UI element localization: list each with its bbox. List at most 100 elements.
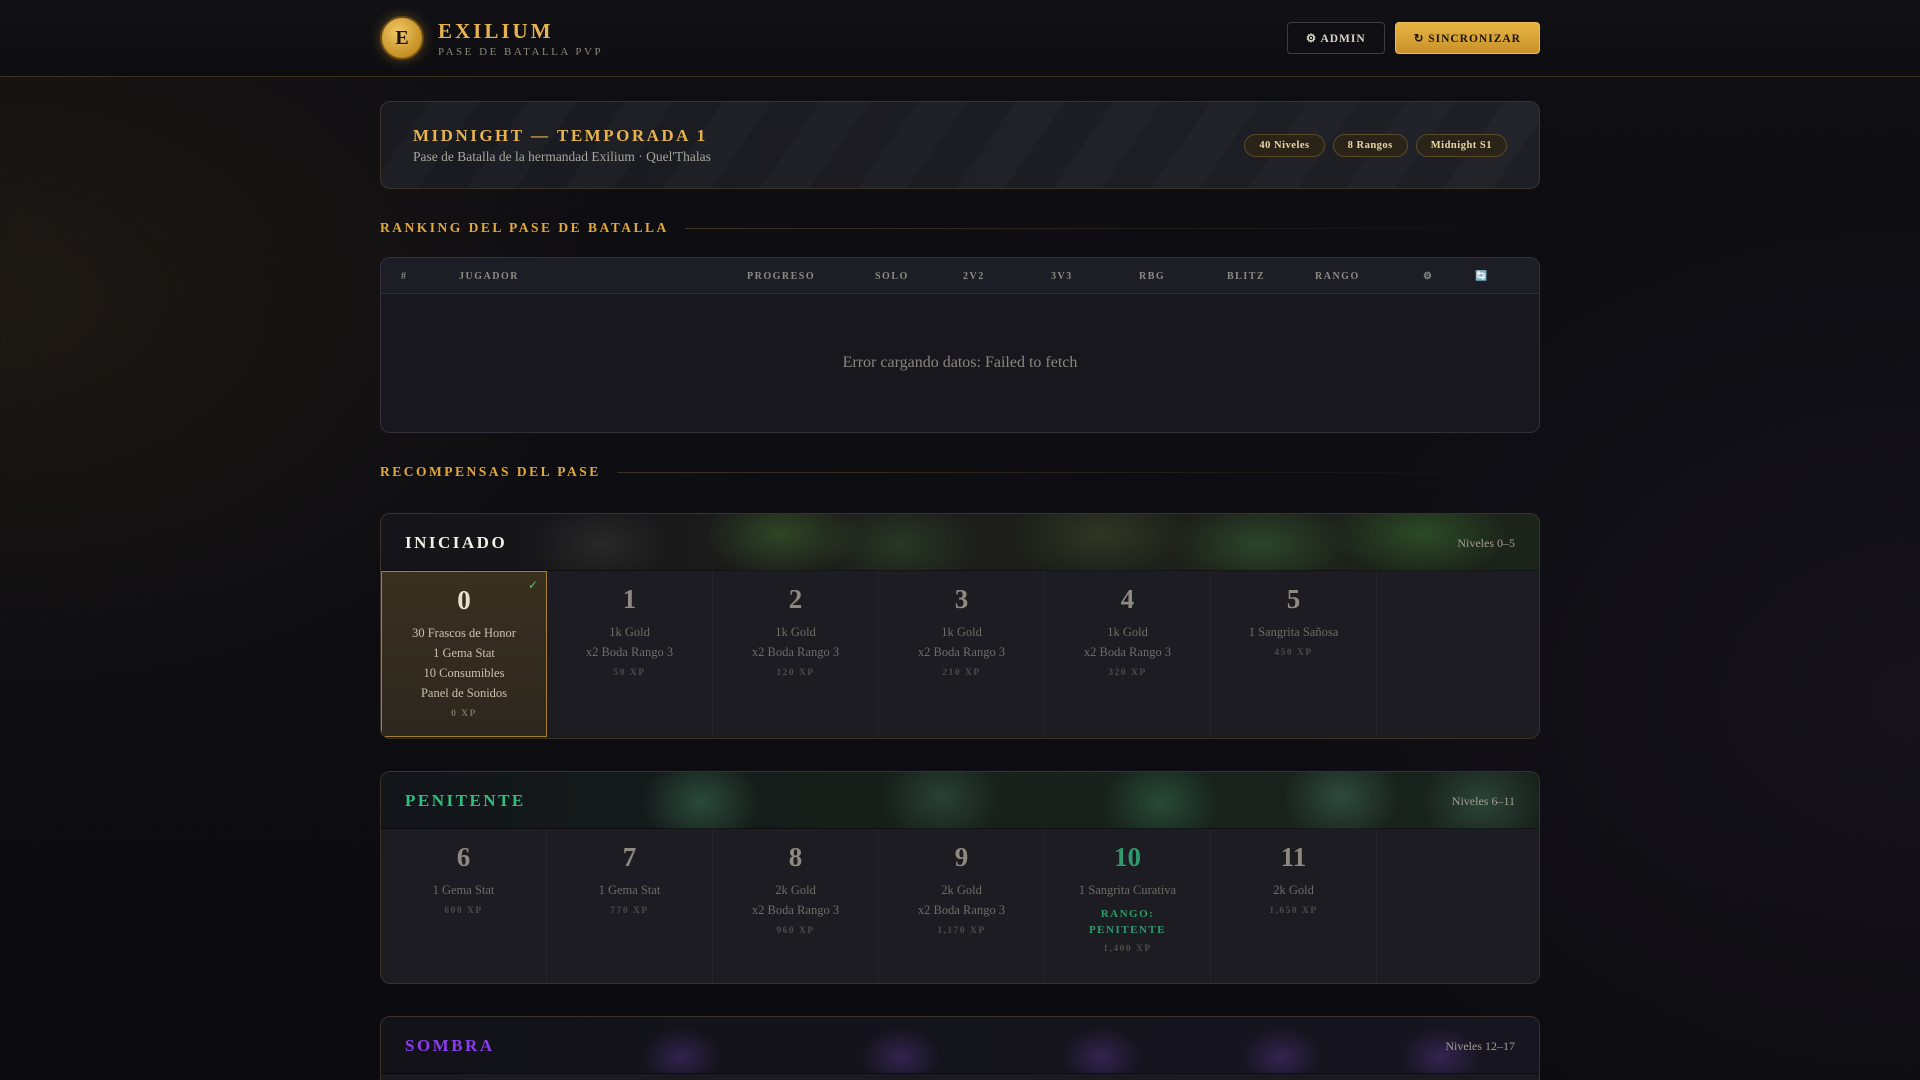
reward-item: x2 Boda Rango 3 xyxy=(751,645,840,659)
level-rewards: 1k Gold x2 Boda Rango 3 xyxy=(547,622,712,662)
tier-header: INICIADO Niveles 0–5 xyxy=(381,514,1539,571)
level-number: 1 xyxy=(622,584,637,614)
season-subtitle: Pase de Batalla de la hermandad Exilium … xyxy=(413,149,711,164)
ranking-error-message: Error cargando datos: Failed to fetch xyxy=(842,354,1078,371)
level-rewards: 2k Gold x2 Boda Rango 3 xyxy=(879,880,1044,920)
reward-item: x2 Boda Rango 3 xyxy=(1083,645,1172,659)
level-card-8[interactable]: 8 2k Gold x2 Boda Rango 3 960 XP xyxy=(713,829,879,983)
tier-range: Niveles 12–17 xyxy=(1445,1039,1515,1053)
logo-icon: E xyxy=(380,16,424,60)
level-card-11[interactable]: 11 2k Gold 1,650 XP xyxy=(1211,829,1377,983)
level-number: 9 xyxy=(954,842,969,872)
level-xp: 120 XP xyxy=(776,668,815,678)
ranking-heading: RANKING DEL PASE DE BATALLA xyxy=(380,220,1540,236)
level-number: 8 xyxy=(788,842,803,872)
level-xp: 770 XP xyxy=(610,906,649,916)
level-number: 10 xyxy=(1114,842,1141,872)
level-rewards: 1 Gema Stat xyxy=(547,880,712,900)
reward-item: x2 Boda Rango 3 xyxy=(917,903,1006,917)
level-rewards: 1k Gold x2 Boda Rango 3 xyxy=(879,622,1044,662)
rewards-heading: RECOMPENSAS DEL PASE xyxy=(380,464,1540,480)
reward-item: 2k Gold xyxy=(941,883,982,897)
level-card-3[interactable]: 3 1k Gold x2 Boda Rango 3 210 XP xyxy=(879,571,1045,737)
level-number: 2 xyxy=(788,584,803,614)
brand[interactable]: E EXILIUM PASE DE BATALLA PVP xyxy=(380,16,603,60)
col-position[interactable]: # xyxy=(401,271,408,282)
level-card-2[interactable]: 2 1k Gold x2 Boda Rango 3 120 XP xyxy=(713,571,879,737)
tier-name: INICIADO xyxy=(405,533,508,552)
tier-sombra: SOMBRA Niveles 12–17 xyxy=(380,1016,1540,1080)
col-blitz[interactable]: BLITZ xyxy=(1227,271,1265,282)
reward-item: x2 Boda Rango 3 xyxy=(585,645,674,659)
level-xp: 600 XP xyxy=(444,906,483,916)
tier-name: PENITENTE xyxy=(405,791,526,810)
col-settings-icon[interactable]: ⚙ xyxy=(1423,271,1433,282)
top-bar: E EXILIUM PASE DE BATALLA PVP ⚙ ADMIN ↻ … xyxy=(0,0,1920,77)
tier-penitente: PENITENTE Niveles 6–11 6 1 Gema Stat 600… xyxy=(380,771,1540,984)
tier-range: Niveles 0–5 xyxy=(1457,536,1515,550)
level-xp: 50 XP xyxy=(613,668,646,678)
level-number: 4 xyxy=(1120,584,1135,614)
reward-item: 10 Consumibles xyxy=(423,666,505,680)
level-number: 11 xyxy=(1280,842,1307,872)
level-xp: 320 XP xyxy=(1108,668,1147,678)
reward-item: 1k Gold xyxy=(1107,625,1148,639)
divider xyxy=(616,471,1540,473)
reward-item: 1 Gema Stat xyxy=(433,646,495,660)
level-rewards: 1k Gold x2 Boda Rango 3 xyxy=(713,622,878,662)
tier-iniciado: INICIADO Niveles 0–5 ✓ 0 30 Frascos de H… xyxy=(380,513,1540,739)
rank-unlock: RANGO: PENITENTE xyxy=(1045,906,1210,938)
level-rewards: 1 Sangrita Curativa xyxy=(1045,880,1210,900)
level-number: 6 xyxy=(456,842,471,872)
level-rewards: 30 Frascos de Honor 1 Gema Stat 10 Consu… xyxy=(382,623,546,703)
col-2v2[interactable]: 2V2 xyxy=(963,271,985,282)
level-xp: 1,400 XP xyxy=(1103,944,1152,954)
level-number: 5 xyxy=(1286,584,1301,614)
reward-item: 1k Gold xyxy=(775,625,816,639)
divider xyxy=(684,227,1540,229)
level-card-0[interactable]: ✓ 0 30 Frascos de Honor 1 Gema Stat 10 C… xyxy=(381,571,547,737)
col-progress[interactable]: PROGRESO xyxy=(747,271,815,282)
level-card-7[interactable]: 7 1 Gema Stat 770 XP xyxy=(547,829,713,983)
season-banner: MIDNIGHT — TEMPORADA 1 Pase de Batalla d… xyxy=(380,101,1540,189)
brand-name: EXILIUM xyxy=(438,18,554,43)
ranking-title: RANKING DEL PASE DE BATALLA xyxy=(380,220,669,235)
col-rbg[interactable]: RBG xyxy=(1139,271,1165,282)
level-rewards: 1 Gema Stat xyxy=(381,880,546,900)
level-filler xyxy=(1377,571,1539,737)
level-card-1[interactable]: 1 1k Gold x2 Boda Rango 3 50 XP xyxy=(547,571,713,737)
level-card-9[interactable]: 9 2k Gold x2 Boda Rango 3 1,170 XP xyxy=(879,829,1045,983)
level-card-5[interactable]: 5 1 Sangrita Sañosa 450 XP xyxy=(1211,571,1377,737)
level-card-6[interactable]: 6 1 Gema Stat 600 XP xyxy=(381,829,547,983)
rank-name: PENITENTE xyxy=(1088,924,1167,936)
reward-item: 2k Gold xyxy=(1273,883,1314,897)
reward-item: 30 Frascos de Honor xyxy=(412,626,516,640)
col-refresh-icon[interactable]: 🔄 xyxy=(1475,271,1489,282)
check-icon: ✓ xyxy=(527,578,538,592)
reward-item: 1 Sangrita Curativa xyxy=(1078,883,1177,897)
reward-item: 1k Gold xyxy=(609,625,650,639)
brand-text: EXILIUM PASE DE BATALLA PVP xyxy=(438,19,603,58)
brand-subtitle: PASE DE BATALLA PVP xyxy=(438,45,604,58)
tag-ranks: 8 Rangos xyxy=(1332,134,1408,157)
tag-season: Midnight S1 xyxy=(1415,134,1507,157)
level-card-4[interactable]: 4 1k Gold x2 Boda Rango 3 320 XP xyxy=(1045,571,1211,737)
admin-button[interactable]: ⚙ ADMIN xyxy=(1286,22,1385,54)
col-solo[interactable]: SOLO xyxy=(875,271,909,282)
col-player[interactable]: JUGADOR xyxy=(459,271,519,282)
season-tags: 40 Niveles 8 Rangos Midnight S1 xyxy=(1244,134,1507,157)
reward-item: 1k Gold xyxy=(941,625,982,639)
col-rank[interactable]: RANGO xyxy=(1315,271,1360,282)
col-3v3[interactable]: 3V3 xyxy=(1051,271,1073,282)
level-xp: 0 XP xyxy=(451,709,477,719)
level-number: 0 xyxy=(457,585,471,615)
sync-button[interactable]: ↻ SINCRONIZAR xyxy=(1394,22,1540,54)
level-xp: 1,650 XP xyxy=(1269,906,1318,916)
tier-name: SOMBRA xyxy=(405,1036,495,1055)
level-card-10[interactable]: 10 1 Sangrita Curativa RANGO: PENITENTE … xyxy=(1045,829,1211,983)
tier-header: SOMBRA Niveles 12–17 xyxy=(381,1017,1539,1074)
level-rewards: 1 Sangrita Sañosa xyxy=(1211,622,1376,642)
level-xp: 960 XP xyxy=(776,926,815,936)
tier-levels: ✓ 0 30 Frascos de Honor 1 Gema Stat 10 C… xyxy=(381,571,1539,737)
rewards-title: RECOMPENSAS DEL PASE xyxy=(380,464,601,479)
